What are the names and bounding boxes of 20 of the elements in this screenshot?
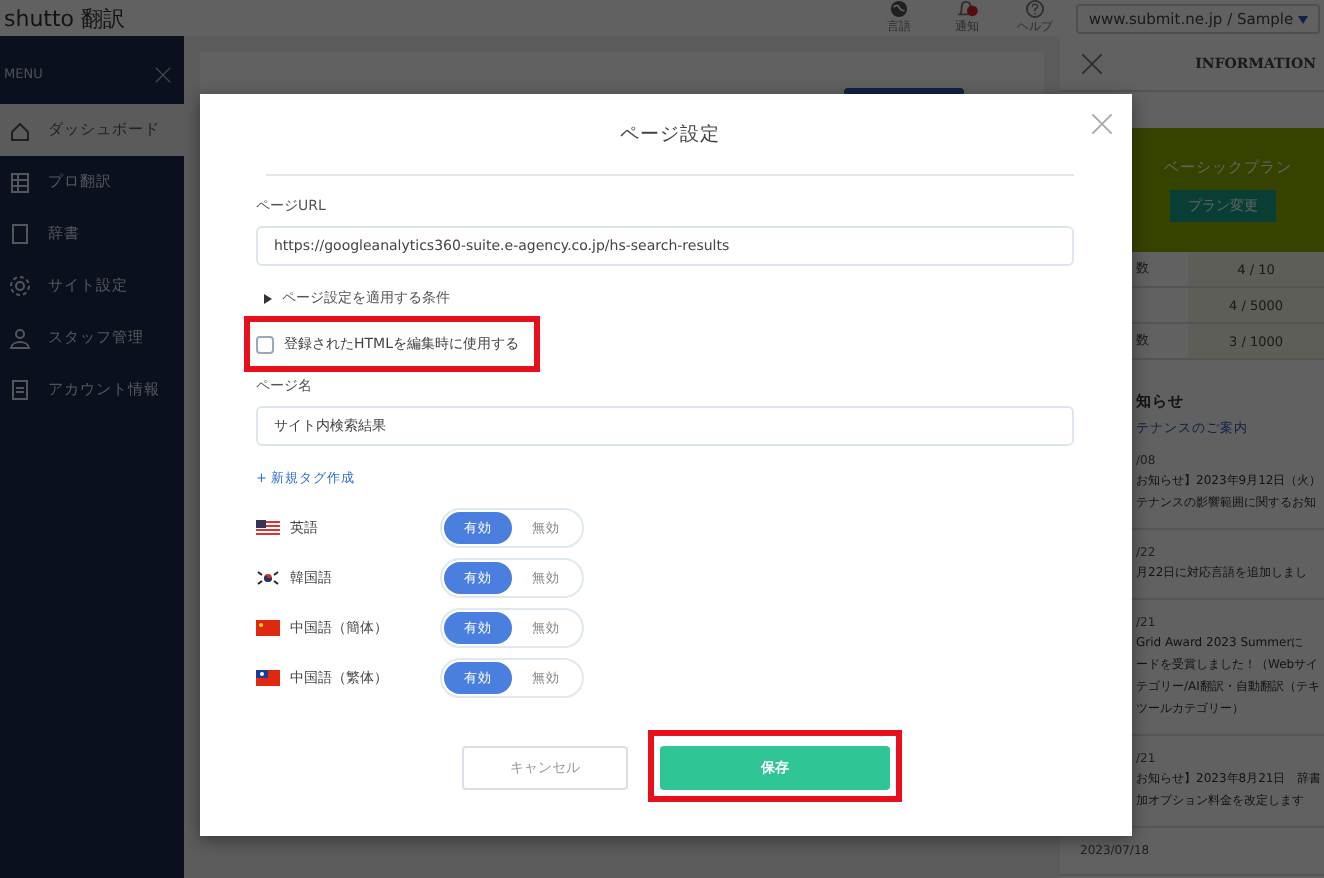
caret-icon: [1298, 15, 1308, 23]
logo: shutto 翻訳: [4, 3, 128, 33]
checkbox[interactable]: [256, 335, 274, 353]
bell-icon: [955, 0, 978, 18]
doc-icon: [8, 378, 32, 402]
close-icon[interactable]: [1090, 112, 1114, 136]
caret-icon: [264, 293, 272, 303]
close-icon[interactable]: [1080, 51, 1104, 75]
grid-icon: [8, 170, 32, 194]
flag-icon: [256, 620, 280, 636]
help-icon: [1025, 0, 1044, 18]
flag-icon: [256, 570, 280, 586]
close-icon[interactable]: [154, 65, 172, 83]
dialog-title: ページ設定: [620, 121, 720, 147]
flag-icon: [256, 520, 280, 536]
gear-icon: [8, 274, 32, 298]
flag-icon: [256, 670, 280, 686]
book-icon: [8, 222, 32, 246]
people-icon: [8, 326, 32, 350]
home-icon: [8, 118, 32, 142]
